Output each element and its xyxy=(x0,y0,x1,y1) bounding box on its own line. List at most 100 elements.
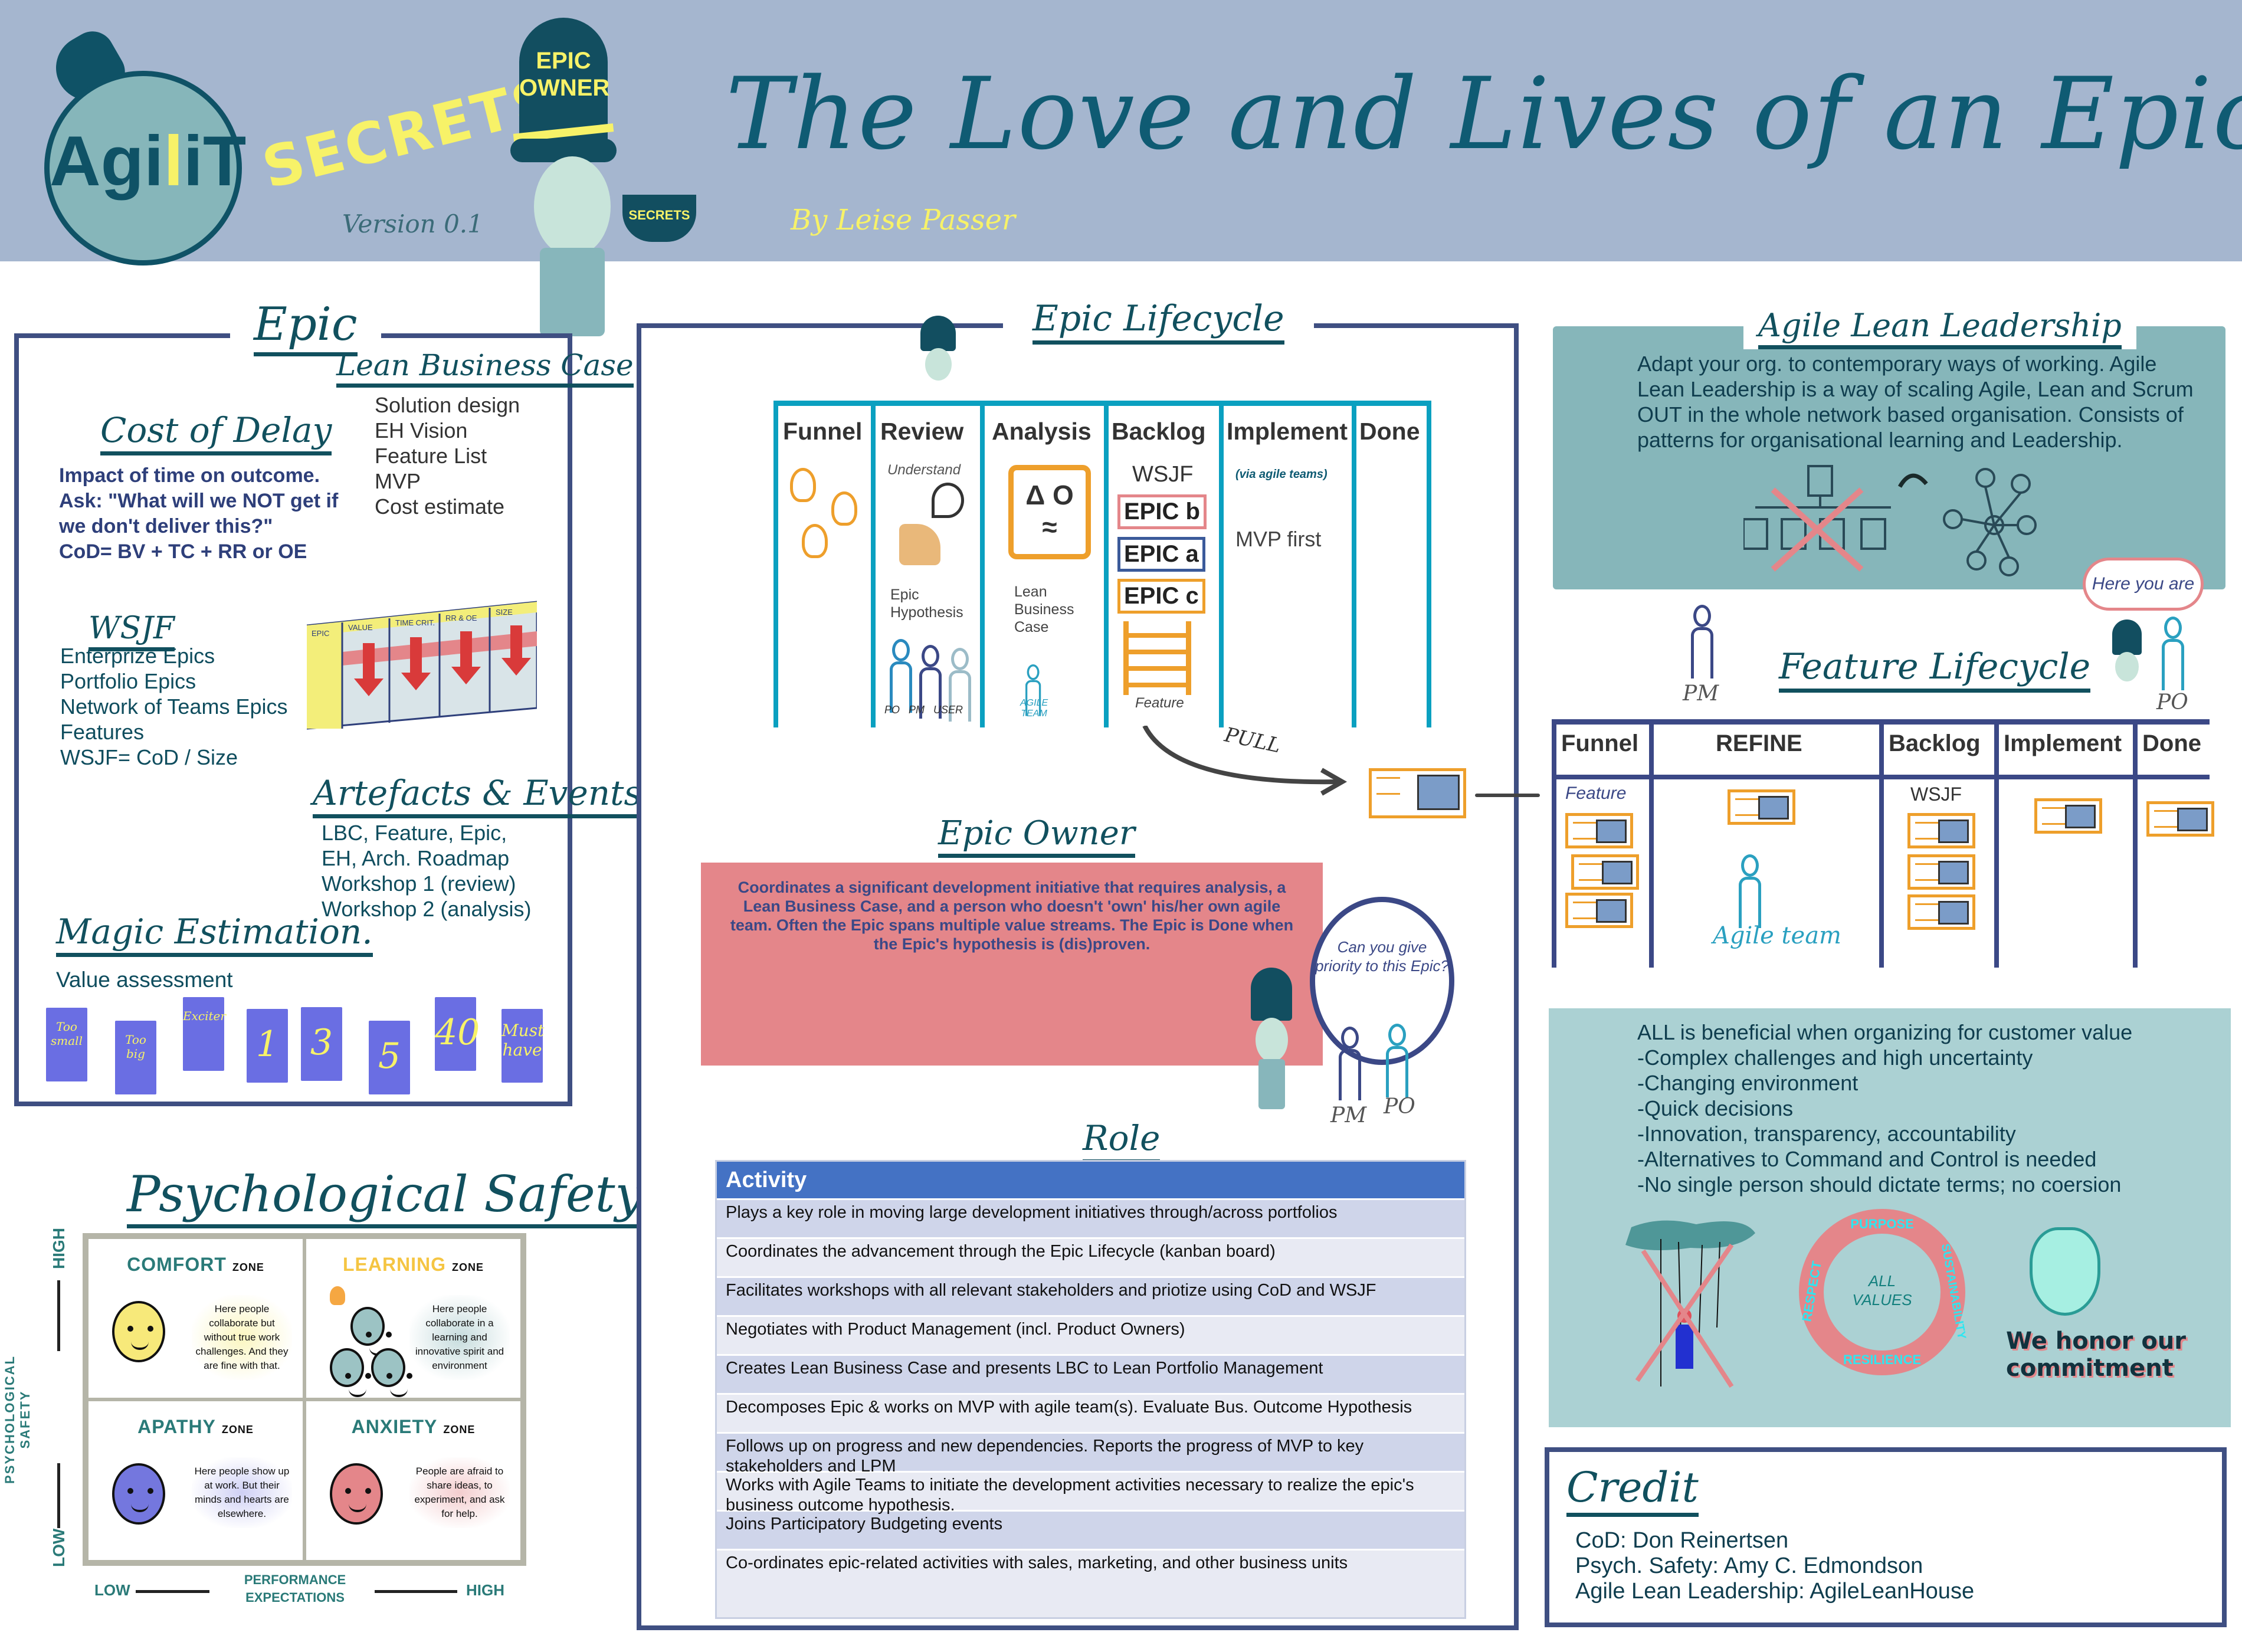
lbc-item: Cost estimate xyxy=(375,494,505,519)
agilit-logo: AgiliT xyxy=(44,71,246,266)
column-header: Analysis xyxy=(992,418,1092,445)
all-benefits-list: ALL is beneficial when organizing for cu… xyxy=(1637,1020,2132,1197)
wsjf-label: WSJF xyxy=(1910,784,1962,805)
arrow-down-icon xyxy=(57,1463,60,1528)
column-analysis: Analysis Δ O ≈ Lean Business Case AGILE TEAM xyxy=(980,406,1104,727)
column-refine: REFINE Agile team xyxy=(1649,725,1879,968)
credit-title-text: Credit xyxy=(1566,1463,1699,1517)
mini-mascot-face xyxy=(925,348,952,381)
epic-owner-title-text: Epic Owner xyxy=(938,814,1135,858)
feature-card[interactable] xyxy=(2146,801,2214,837)
gift-icon xyxy=(1602,861,1633,884)
user-label: USER xyxy=(933,704,963,716)
feature-label: Feature xyxy=(1565,784,1627,803)
feature-card[interactable] xyxy=(1907,854,1975,890)
epic-owner-title: Epic Owner xyxy=(938,814,1135,858)
org-chart-icon xyxy=(1743,465,1891,550)
speech-bubble-icon xyxy=(932,483,964,518)
lightbulb-icon xyxy=(330,1286,345,1305)
estimation-card: Exciter xyxy=(183,997,226,1071)
feature-card[interactable] xyxy=(2034,798,2102,834)
cod-line: Impact of time on outcome. xyxy=(59,464,320,487)
person-pm-icon xyxy=(1336,1027,1361,1100)
psych-x-axis: LOW PERFORMANCE EXPECTATIONS HIGH xyxy=(83,1572,526,1625)
column-backlog: Backlog WSJF EPIC b EPIC a EPIC c Featur… xyxy=(1104,406,1219,727)
feature-card[interactable] xyxy=(1907,813,1975,848)
quadrant-description: Here people show up at work. But their m… xyxy=(192,1457,292,1528)
mascot-hat-icon xyxy=(1251,968,1292,1021)
feature-card-transfer xyxy=(1369,768,1466,818)
table-row: Negotiates with Product Management (incl… xyxy=(717,1315,1464,1354)
epic-card[interactable]: EPIC c xyxy=(1117,579,1205,614)
feature-card[interactable] xyxy=(1571,854,1639,890)
quadrant-title: LEARNING ZONE xyxy=(306,1254,520,1276)
artefacts-events-title: Artefacts & Events xyxy=(313,773,642,818)
table-row: Facilitates workshops with all relevant … xyxy=(717,1276,1464,1315)
card-lines xyxy=(1915,863,1939,881)
mini-mascot-hat-icon xyxy=(920,316,956,351)
arrow-left-icon xyxy=(136,1590,209,1593)
benefit-line: -Alternatives to Command and Control is … xyxy=(1637,1147,2097,1171)
y-axis-high: HIGH xyxy=(50,1228,68,1269)
zone-word: ZONE xyxy=(232,1261,264,1273)
card-lines xyxy=(1915,822,1939,840)
magic-estimation-subtitle: Value assessment xyxy=(56,968,233,992)
mascot-face xyxy=(534,156,611,257)
feature-card[interactable] xyxy=(1728,789,1795,825)
table-row: Works with Agile Teams to initiate the d… xyxy=(717,1471,1464,1515)
zone-name: COMFORT xyxy=(127,1254,227,1275)
card-lines xyxy=(1573,822,1597,840)
quadrant-comfort: COMFORT ZONE Here people collaborate but … xyxy=(87,1237,304,1399)
y-axis-low: LOW xyxy=(50,1528,68,1567)
card-lines xyxy=(2154,810,2178,828)
table-row: Follows up on progress and new dependenc… xyxy=(717,1432,1464,1476)
commitment-line: We honor our xyxy=(2006,1328,2186,1355)
raised-hand-icon xyxy=(2030,1227,2100,1316)
speech-bubble: Can you give priority to this Epic? xyxy=(1310,897,1454,1065)
wsjf-table-illustration: EPIC VALUE TIME CRIT. RR & OE SIZE xyxy=(307,601,537,730)
feature-card[interactable] xyxy=(1565,813,1633,848)
arrow-right-icon xyxy=(1475,794,1540,797)
column-header: Done xyxy=(1359,418,1420,445)
po-label: PO xyxy=(1384,1094,1415,1119)
lean-business-case-doc-icon: Δ O ≈ xyxy=(1008,465,1091,559)
quadrant-anxiety: ANXIETY ZONE People are afraid to share i… xyxy=(304,1399,522,1562)
credit-line: Psych. Safety: Amy C. Edmondson xyxy=(1575,1553,1923,1578)
cloud-icon xyxy=(1625,1220,1755,1250)
quadrant-description: People are afraid to share ideas, to exp… xyxy=(409,1457,510,1528)
artefact-item: EH, Arch. Roadmap xyxy=(322,846,510,870)
feature-ladder-icon xyxy=(1123,621,1191,695)
column-header: Review xyxy=(880,418,964,445)
people-labels: PO PM USER xyxy=(884,704,963,716)
epic-card[interactable]: EPIC b xyxy=(1117,494,1207,529)
column-review: Review Understand Epic Hypothesis PO PM U… xyxy=(871,406,980,727)
agile-team-label: Agile team xyxy=(1713,922,1841,949)
feature-card[interactable] xyxy=(1565,893,1633,928)
quadrant-description: Here people collaborate in a learning an… xyxy=(409,1295,510,1380)
values-center-text: ALL xyxy=(1867,1272,1896,1290)
feature-card[interactable] xyxy=(1907,894,1975,930)
value-word: PURPOSE xyxy=(1850,1217,1914,1231)
understand-label: Understand xyxy=(887,462,961,478)
estimation-card: Too small xyxy=(46,1008,87,1081)
wsjf-formula: WSJF= CoD / Size xyxy=(60,745,238,769)
column-funnel: Funnel xyxy=(773,406,871,727)
epic-owner-mascot: EPIC OWNER SECRETS xyxy=(478,18,696,348)
pm-label: PM xyxy=(909,704,925,716)
quadrant-apathy: APATHY ZONE Here people show up at work. … xyxy=(87,1399,304,1562)
mascot-body xyxy=(1258,1059,1285,1109)
column-backlog: Backlog WSJF xyxy=(1879,725,1994,968)
column-header: Done xyxy=(2142,730,2201,756)
magic-title-text: Magic Estimation. xyxy=(56,912,373,957)
column-header: Implement xyxy=(1227,418,1348,445)
epic-card[interactable]: EPIC a xyxy=(1117,537,1205,572)
benefit-line: -No single person should dictate terms; … xyxy=(1637,1172,2122,1197)
feature-lifecycle-title: Feature Lifecycle xyxy=(1779,646,2091,693)
benefit-line: -Quick decisions xyxy=(1637,1096,1794,1120)
quadrant-title: ANXIETY ZONE xyxy=(306,1416,520,1438)
column-funnel: Funnel Feature xyxy=(1552,725,1649,968)
gift-icon xyxy=(2065,805,2096,828)
y-axis-label: PSYCHOLOGICAL SAFETY xyxy=(2,1355,32,1484)
mascot-face xyxy=(1256,1018,1288,1062)
agile-team-icon xyxy=(1736,854,1761,928)
